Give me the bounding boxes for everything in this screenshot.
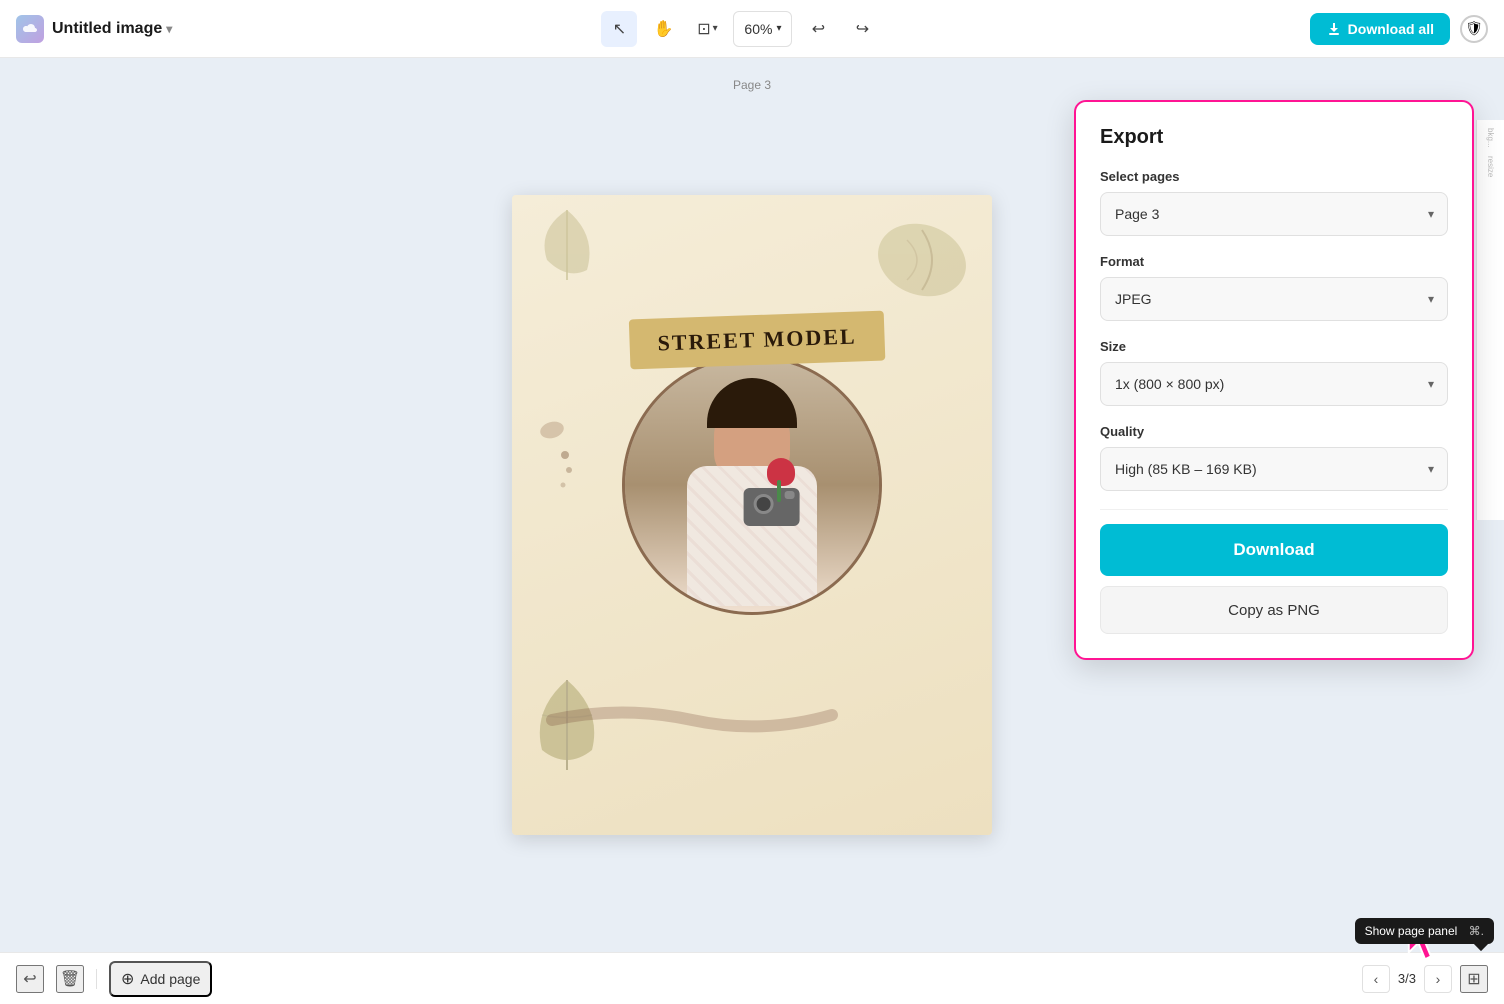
download-all-button[interactable]: Download all (1310, 13, 1450, 45)
quality-dropdown[interactable]: High (85 KB – 169 KB) Low (< 50 KB) Medi… (1100, 447, 1448, 491)
frame-tool-button[interactable]: ⊡ ▾ (689, 11, 725, 47)
design-title-banner: STREET MODEL (629, 311, 886, 370)
format-wrapper: JPEG PNG PDF SVG GIF ▾ (1100, 277, 1448, 321)
body (687, 466, 817, 606)
export-panel: Export Select pages Page 3 All pages Pag… (1074, 100, 1474, 660)
bottom-bar-right: ‹ 3/3 › ⊞ (1362, 965, 1488, 993)
project-title[interactable]: Untitled image ▾ (52, 20, 172, 38)
bottom-bar-left: ↩ 🗑 ⊕ Add page (16, 961, 212, 997)
select-pages-wrapper: Page 3 All pages Page 1 Page 2 ▾ (1100, 192, 1448, 236)
toolbar: Untitled image ▾ ↖ ✋ ⊡ ▾ 60% ▾ ↩ ↪ Downl… (0, 0, 1504, 58)
hair (707, 378, 797, 428)
export-quality-section: Quality High (85 KB – 169 KB) Low (< 50 … (1100, 424, 1448, 491)
toolbar-right: Download all 🛡 (1310, 13, 1488, 45)
brush-stroke (542, 695, 842, 735)
download-icon (1326, 21, 1342, 37)
tooltip-shortcut: ⌘. (1469, 924, 1484, 938)
size-dropdown[interactable]: 1x (800 × 800 px) 0.5x (400 × 400 px) 2x… (1100, 362, 1448, 406)
hand-tool-button[interactable]: ✋ (645, 11, 681, 47)
toolbar-center: ↖ ✋ ⊡ ▾ 60% ▾ ↩ ↪ (172, 11, 1309, 47)
add-page-icon: ⊕ (121, 969, 134, 989)
toolbar-left: Untitled image ▾ (16, 15, 172, 43)
export-size-section: Size 1x (800 × 800 px) 0.5x (400 × 400 p… (1100, 339, 1448, 406)
quality-wrapper: High (85 KB – 169 KB) Low (< 50 KB) Medi… (1100, 447, 1448, 491)
frame-icon: ⊡ (697, 19, 710, 39)
page-counter: 3/3 (1398, 971, 1416, 986)
frame-dropdown-icon: ▾ (713, 23, 718, 34)
quality-label: Quality (1100, 424, 1448, 439)
format-label: Format (1100, 254, 1448, 269)
size-label: Size (1100, 339, 1448, 354)
resize-hint: resize (1486, 156, 1495, 177)
export-divider (1100, 509, 1448, 510)
download-all-label: Download all (1348, 21, 1434, 37)
cloud-icon (16, 15, 44, 43)
select-pages-label: Select pages (1100, 169, 1448, 184)
undo-button[interactable]: ↩ (800, 11, 836, 47)
select-tool-button[interactable]: ↖ (601, 11, 637, 47)
copy-png-label: Copy as PNG (1228, 602, 1320, 619)
show-page-panel-tooltip: Show page panel ⌘. (1355, 918, 1494, 944)
tooltip-text: Show page panel (1365, 924, 1458, 938)
portrait-circle (622, 355, 882, 615)
zoom-dropdown-icon: ▾ (776, 23, 781, 34)
export-select-pages-section: Select pages Page 3 All pages Page 1 Pag… (1100, 169, 1448, 236)
zoom-button[interactable]: 60% ▾ (733, 11, 792, 47)
select-pages-dropdown[interactable]: Page 3 All pages Page 1 Page 2 (1100, 192, 1448, 236)
canvas-preview: STREET MODEL (512, 195, 992, 835)
bg-hint: bkg... (1486, 128, 1495, 148)
delete-button[interactable]: 🗑 (56, 965, 84, 993)
bottom-separator (96, 969, 97, 989)
add-page-label: Add page (140, 971, 200, 987)
portrait-placeholder (625, 358, 879, 612)
zoom-label: 60% (744, 21, 772, 37)
rose (765, 458, 797, 503)
shield-button[interactable]: 🛡 (1460, 15, 1488, 43)
prev-page-button[interactable]: ‹ (1362, 965, 1390, 993)
bottom-bar: ↩ 🗑 ⊕ Add page ‹ 3/3 › ⊞ (0, 952, 1504, 1004)
download-label: Download (1233, 540, 1314, 559)
leaf-decoration-top-left (532, 205, 602, 290)
download-button[interactable]: Download (1100, 524, 1448, 576)
export-format-section: Format JPEG PNG PDF SVG GIF ▾ (1100, 254, 1448, 321)
size-wrapper: 1x (800 × 800 px) 0.5x (400 × 400 px) 2x… (1100, 362, 1448, 406)
add-page-button[interactable]: ⊕ Add page (109, 961, 212, 997)
dots-decor (557, 445, 577, 500)
back-button[interactable]: ↩ (16, 965, 44, 993)
right-panel-hints: bkg... resize (1476, 120, 1504, 520)
design-title-text: STREET MODEL (657, 324, 857, 356)
format-dropdown[interactable]: JPEG PNG PDF SVG GIF (1100, 277, 1448, 321)
page-label: Page 3 (733, 78, 771, 92)
paint-splotch (537, 415, 567, 450)
leaf-decoration-top (867, 210, 977, 315)
export-panel-title: Export (1100, 126, 1448, 149)
redo-button[interactable]: ↪ (844, 11, 880, 47)
project-title-text: Untitled image (52, 20, 162, 38)
next-page-button[interactable]: › (1424, 965, 1452, 993)
show-page-panel-button[interactable]: ⊞ (1460, 965, 1488, 993)
copy-png-button[interactable]: Copy as PNG (1100, 586, 1448, 634)
